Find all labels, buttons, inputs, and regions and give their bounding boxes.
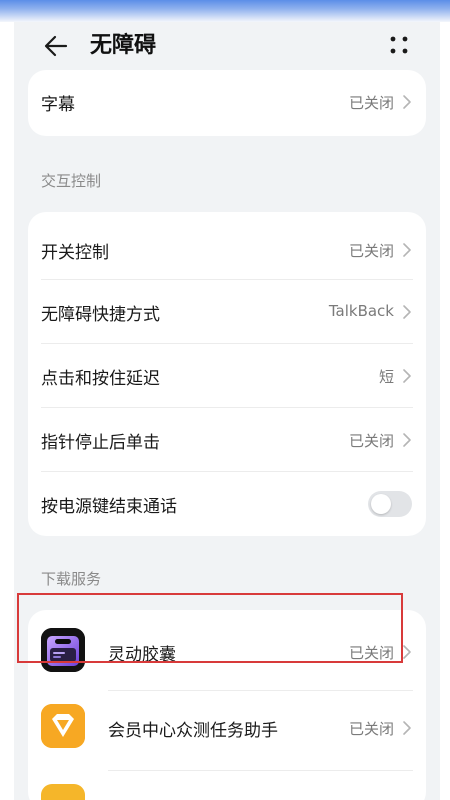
interaction-card: 开关控制 已关闭 无障碍快捷方式 TalkBack 点击和按住延迟 短 指针停止… (28, 212, 426, 536)
section-header-downloads: 下载服务 (41, 570, 102, 588)
accessibility-shortcut-row[interactable]: 无障碍快捷方式 TalkBack (28, 280, 426, 342)
chevron-right-icon (403, 243, 411, 257)
dynamic-island-app-icon (41, 628, 85, 672)
member-center-tester-label: 会员中心众测任务助手 (108, 721, 278, 741)
dwell-click-label: 指针停止后单击 (41, 433, 160, 453)
member-center-tester-row[interactable]: 会员中心众测任务助手 已关闭 (28, 690, 426, 770)
more-options-button[interactable] (384, 30, 414, 60)
switch-control-value: 已关闭 (348, 242, 394, 260)
power-button-ends-call-toggle[interactable] (368, 491, 412, 517)
chevron-right-icon (403, 95, 411, 109)
toggle-knob (371, 494, 391, 514)
touch-hold-delay-value: 短 (378, 368, 394, 386)
captions-label: 字幕 (41, 95, 75, 115)
power-button-ends-call-row: 按电源键结束通话 (28, 472, 426, 536)
more-dots-icon (390, 36, 408, 54)
section-header-interaction: 交互控制 (41, 172, 102, 190)
status-bar-strip (0, 0, 450, 22)
page-title: 无障碍 (90, 33, 157, 58)
back-arrow-icon (44, 35, 68, 57)
accessibility-settings-screen: 无障碍 字幕 已关闭 交互控制 开关控制 已关闭 无障碍快捷方式 TalkBac… (14, 22, 440, 800)
back-button[interactable] (40, 30, 72, 62)
dynamic-island-value: 已关闭 (348, 644, 394, 662)
chevron-right-icon (403, 645, 411, 659)
dynamic-island-label: 灵动胶囊 (108, 645, 176, 665)
chevron-right-icon (403, 369, 411, 383)
captions-card: 字幕 已关闭 (28, 70, 426, 136)
captions-row[interactable]: 字幕 已关闭 (28, 70, 426, 136)
chevron-right-icon (403, 433, 411, 447)
accessibility-shortcut-label: 无障碍快捷方式 (41, 305, 160, 325)
downloads-card: 灵动胶囊 已关闭 会员中心众测任务助手 已关闭 (28, 610, 426, 800)
accessibility-shortcut-value: TalkBack (328, 302, 394, 320)
dynamic-island-row[interactable]: 灵动胶囊 已关闭 (28, 610, 426, 690)
chevron-right-icon (403, 305, 411, 319)
captions-value: 已关闭 (348, 94, 394, 112)
dwell-click-row[interactable]: 指针停止后单击 已关闭 (28, 408, 426, 470)
switch-control-row[interactable]: 开关控制 已关闭 (28, 212, 426, 276)
chevron-right-icon (403, 721, 411, 735)
member-center-tester-value: 已关闭 (348, 720, 394, 738)
partial-app-icon (41, 784, 85, 800)
member-center-app-icon (41, 704, 85, 748)
dwell-click-value: 已关闭 (348, 432, 394, 450)
switch-control-label: 开关控制 (41, 243, 109, 263)
touch-hold-delay-row[interactable]: 点击和按住延迟 短 (28, 344, 426, 406)
touch-hold-delay-label: 点击和按住延迟 (41, 369, 160, 389)
next-app-row-partial[interactable] (28, 770, 426, 800)
power-button-ends-call-label: 按电源键结束通话 (41, 497, 177, 517)
